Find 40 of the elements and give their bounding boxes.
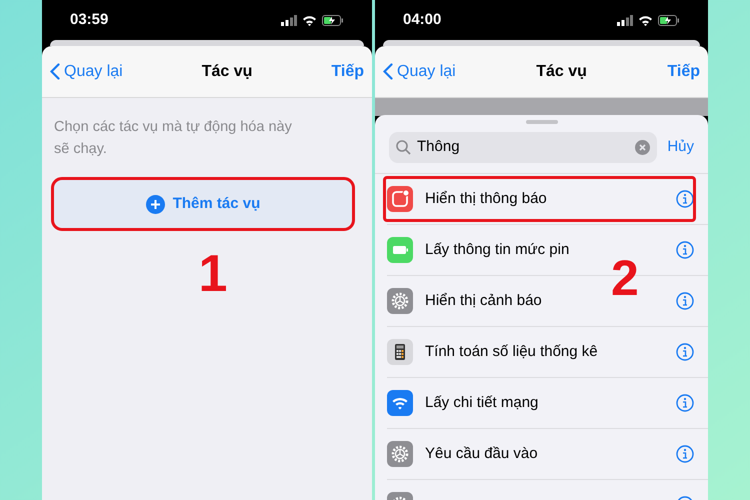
- info-icon[interactable]: [676, 190, 694, 208]
- search-icon: [396, 140, 411, 155]
- action-label[interactable]: Hiển thị thông báo: [425, 188, 664, 210]
- gear-icon: [387, 441, 413, 467]
- chevron-left-icon: [50, 63, 60, 80]
- nav-title: Tác vụ: [536, 62, 587, 82]
- step-number: 1: [198, 248, 228, 300]
- next-link[interactable]: Tiếp: [667, 60, 700, 84]
- next-link[interactable]: Tiếp: [331, 60, 364, 84]
- hint-text: Chọn các tác vụ mà tự động hóa này sẽ chạy.: [54, 118, 293, 159]
- battery-icon: [387, 237, 413, 263]
- search-field[interactable]: Thông: [389, 132, 658, 163]
- signal-icon: [617, 14, 633, 26]
- info-icon[interactable]: [676, 394, 694, 412]
- gear-icon: [387, 288, 413, 314]
- wifi-icon: [638, 14, 653, 26]
- battery-charging-icon: [658, 14, 680, 26]
- back-link[interactable]: Quay lại: [383, 60, 456, 84]
- status-time: 04:00: [403, 10, 442, 30]
- nav-title: Tác vụ: [202, 62, 252, 82]
- calculator-icon: [387, 339, 413, 365]
- action-label[interactable]: Tính toán số liệu thống kê: [425, 340, 664, 364]
- action-label[interactable]: Lấy chi tiết mạng: [425, 392, 664, 414]
- clear-icon[interactable]: [635, 140, 650, 155]
- info-icon[interactable]: [676, 292, 694, 310]
- action-label[interactable]: Yêu cầu đầu vào: [425, 442, 664, 466]
- status-time: 03:59: [70, 10, 108, 30]
- notification-icon: [387, 186, 413, 212]
- battery-charging-icon: [322, 14, 344, 26]
- info-icon[interactable]: [676, 445, 694, 463]
- cancel-link[interactable]: Hủy: [667, 136, 694, 159]
- wifi-icon: [302, 14, 317, 26]
- search-value: Thông: [417, 137, 461, 158]
- wifi-icon: [387, 390, 413, 416]
- info-icon[interactable]: [676, 343, 694, 361]
- signal-icon: [281, 14, 297, 26]
- chevron-left-icon: [383, 63, 393, 80]
- plus-icon: [146, 194, 165, 214]
- back-link[interactable]: Quay lại: [50, 60, 123, 84]
- info-icon[interactable]: [676, 241, 694, 259]
